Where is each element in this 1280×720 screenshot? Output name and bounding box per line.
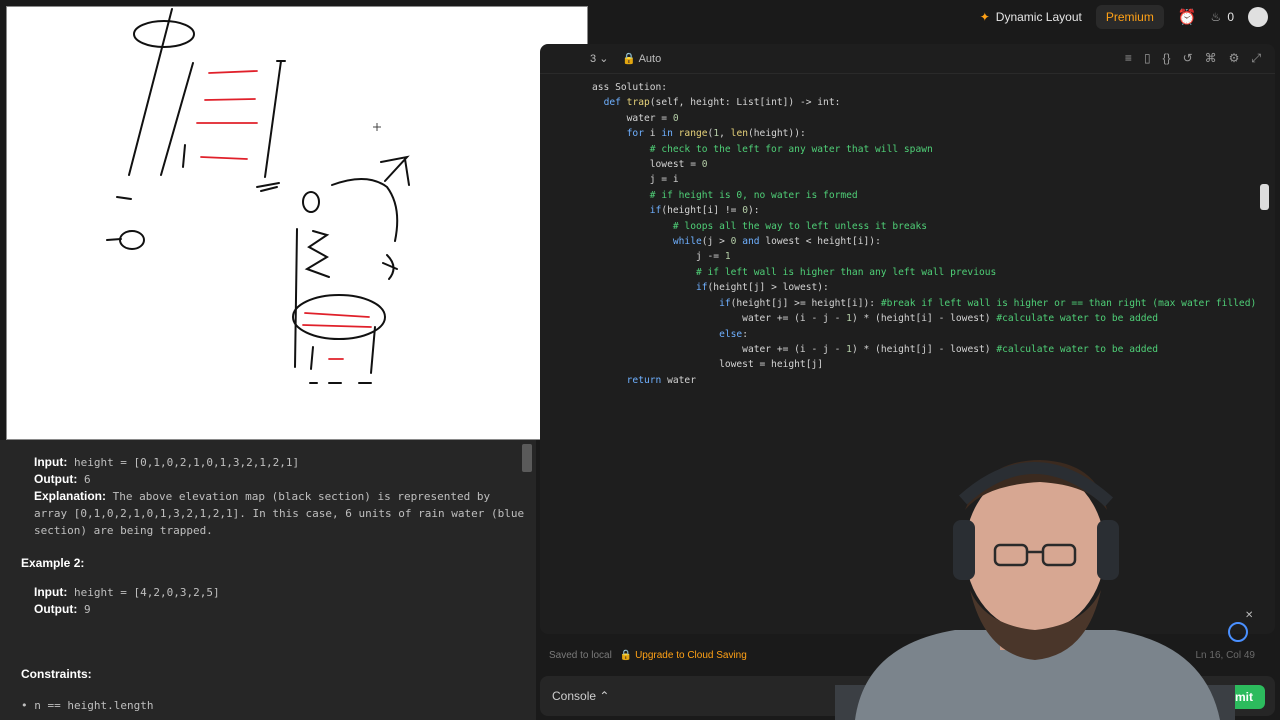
dynamic-layout-label: Dynamic Layout — [995, 10, 1082, 24]
streak-button[interactable]: ♨ 0 — [1211, 10, 1234, 24]
chat-icon[interactable] — [1228, 622, 1248, 642]
code-line: # if left wall is higher than any left w… — [695, 266, 997, 278]
code-line: water += (i - j - 1) * (height[i] - lowe… — [592, 313, 1159, 325]
dynamic-layout-button[interactable]: ✦ Dynamic Layout — [980, 10, 1082, 24]
example1-output: Output: 6 — [34, 472, 91, 486]
example2-output: Output: 9 — [34, 602, 91, 616]
example1-input: Input: height = [0,1,0,2,1,0,1,3,2,1,2,1… — [34, 455, 300, 469]
upgrade-label: Upgrade to Cloud Saving — [635, 649, 747, 661]
code-line: j -= 1 — [592, 251, 731, 263]
code-line: while(j > 0 and lowest < height[i]): — [672, 236, 881, 248]
example2-title: Example 2: — [21, 556, 85, 570]
example2-input: Input: height = [4,2,0,3,2,5] — [34, 585, 220, 599]
editor-toolbar-icons: ≡ ▯ {} ↺ ⌘ ⚙ ⤢ — [1125, 51, 1275, 66]
braces-icon[interactable]: {} — [1163, 51, 1171, 66]
constraint-item: • n == height.length — [21, 699, 154, 712]
code-line: if(height[i] != 0): — [649, 205, 760, 217]
chevron-up-icon: ⌃ — [599, 689, 610, 703]
code-line: # loops all the way to left unless it br… — [672, 220, 928, 232]
lock-icon: 🔒 — [622, 53, 637, 65]
language-select[interactable]: 3 ⌄ — [590, 52, 608, 65]
description-scrollbar[interactable] — [522, 444, 532, 472]
avatar[interactable] — [1248, 7, 1268, 27]
code-line: water = 0 — [592, 112, 679, 124]
sparkle-icon: ✦ — [979, 10, 990, 24]
code-line: # check to the left for any water that w… — [649, 143, 933, 155]
whiteboard-sketch — [106, 8, 410, 384]
crosshair-cursor — [373, 123, 381, 131]
code-line: if(height[j] > lowest): — [695, 282, 829, 294]
shortcut-icon[interactable]: ⌘ — [1205, 51, 1217, 66]
fullscreen-icon[interactable]: ⤢ — [1251, 51, 1261, 66]
example1-explanation-line2: array [0,1,0,2,1,0,1,3,2,1,2,1]. In this… — [34, 507, 525, 520]
language-label: 3 — [590, 53, 597, 65]
code-line: return water — [626, 374, 696, 386]
saved-status: Saved to local — [549, 649, 612, 661]
example1-explanation: Explanation: The above elevation map (bl… — [34, 489, 491, 503]
format-icon[interactable]: ≡ — [1125, 51, 1132, 66]
code-line: for i in range(1, len(height)): — [626, 128, 806, 140]
code-line: water += (i - j - 1) * (height[j] - lowe… — [592, 343, 1159, 355]
code-line: # if height is 0, no water is formed — [649, 189, 858, 201]
upgrade-link[interactable]: 🔒 Upgrade to Cloud Saving — [620, 650, 747, 661]
code-line: lowest = 0 — [592, 159, 708, 171]
close-icon[interactable]: ✕ — [1245, 610, 1253, 621]
code-line: j = i — [592, 174, 679, 186]
editor-toolbar: 3 ⌄ 🔒 Auto ≡ ▯ {} ↺ ⌘ ⚙ ⤢ — [540, 44, 1275, 74]
editor-scrollbar[interactable] — [1260, 184, 1269, 210]
code-line: def trap(self, height: List[int]) -> int… — [603, 97, 841, 109]
premium-label: Premium — [1105, 10, 1154, 24]
example1-explanation-line3: section) are being trapped. — [34, 524, 213, 537]
code-area[interactable]: ass Solution: def trap(self, height: Lis… — [592, 80, 1256, 388]
code-line: else: — [719, 328, 748, 340]
problem-description: Input: height = [0,1,0,2,1,0,1,3,2,1,2,1… — [0, 440, 536, 720]
whiteboard-canvas[interactable] — [6, 6, 588, 440]
premium-button[interactable]: Premium — [1095, 5, 1164, 29]
constraints-title: Constraints: — [21, 667, 92, 681]
top-navigation: ✦ Dynamic Layout Premium ⏰ ♨ 0 — [590, 0, 1280, 34]
webcam-overlay — [835, 460, 1235, 720]
bookmark-icon[interactable]: ▯ — [1144, 51, 1151, 66]
auto-mode-label: Auto — [638, 53, 662, 65]
code-line: if(height[j] >= height[i]): #break if le… — [719, 297, 1257, 309]
code-line: lowest = height[j] — [592, 359, 824, 371]
console-label: Console — [552, 689, 597, 703]
streak-count: 0 — [1227, 10, 1234, 24]
chevron-down-icon: ⌄ — [599, 53, 609, 65]
settings-icon[interactable]: ⚙ — [1229, 51, 1240, 66]
console-toggle[interactable]: Console ⌃ — [552, 689, 609, 703]
code-line: ass Solution: — [592, 82, 668, 93]
alarm-icon[interactable]: ⏰ — [1178, 8, 1197, 26]
flame-icon: ♨ — [1210, 10, 1222, 24]
app-root: { "nav": { "dynamic_layout": "Dynamic La… — [0, 0, 1280, 720]
auto-mode[interactable]: 🔒 Auto — [622, 52, 661, 65]
reset-icon[interactable]: ↺ — [1183, 51, 1193, 66]
